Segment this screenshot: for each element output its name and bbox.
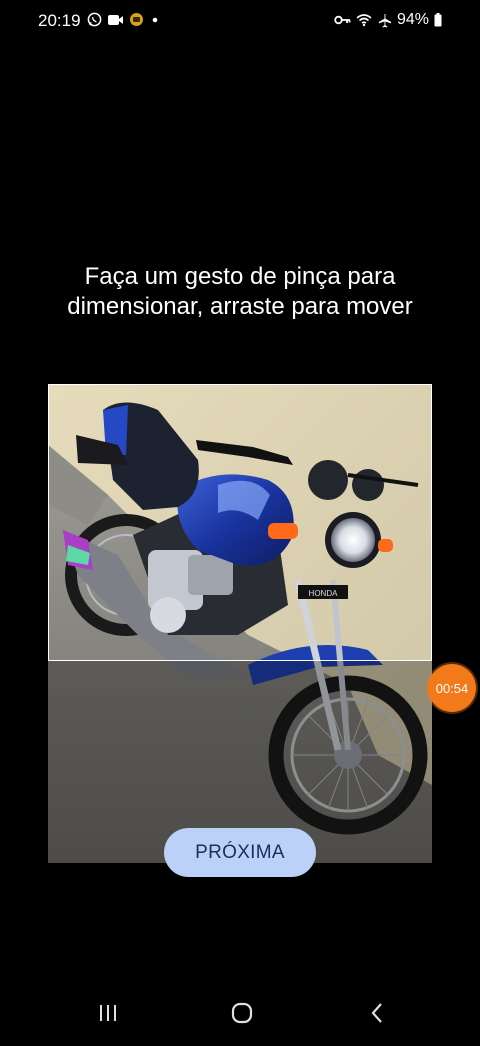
- back-icon: [369, 1002, 385, 1029]
- battery-icon: [434, 13, 442, 27]
- status-bar: 20:19 94%: [0, 0, 480, 42]
- instruction-line-2: dimensionar, arraste para mover: [67, 293, 413, 320]
- status-time: 20:19: [38, 11, 81, 30]
- instruction-text: Faça um gesto de pinça para dimensionar,…: [0, 262, 480, 322]
- recents-button[interactable]: [88, 1000, 128, 1030]
- crop-frame[interactable]: [48, 384, 432, 661]
- next-button[interactable]: PRÓXIMA: [164, 828, 316, 877]
- notification-icons: [87, 12, 161, 27]
- app-notification-icon: [129, 12, 144, 27]
- back-button[interactable]: [357, 1000, 397, 1030]
- dot-icon: [149, 14, 161, 26]
- screen-recording-timer[interactable]: 00:54: [428, 664, 476, 712]
- instruction-line-1: Faça um gesto de pinça para: [84, 263, 396, 290]
- recents-icon: [97, 1003, 119, 1028]
- home-button[interactable]: [222, 1000, 262, 1030]
- airplane-mode-icon: [377, 13, 392, 28]
- battery-percentage: 94%: [396, 11, 429, 28]
- home-icon: [230, 1001, 254, 1030]
- system-icons: 94%: [334, 11, 442, 29]
- wifi-icon: [356, 13, 372, 27]
- video-camera-icon: [107, 13, 124, 27]
- vpn-key-icon: [334, 14, 351, 26]
- whatsapp-icon: [87, 12, 102, 27]
- navigation-bar: [0, 990, 480, 1046]
